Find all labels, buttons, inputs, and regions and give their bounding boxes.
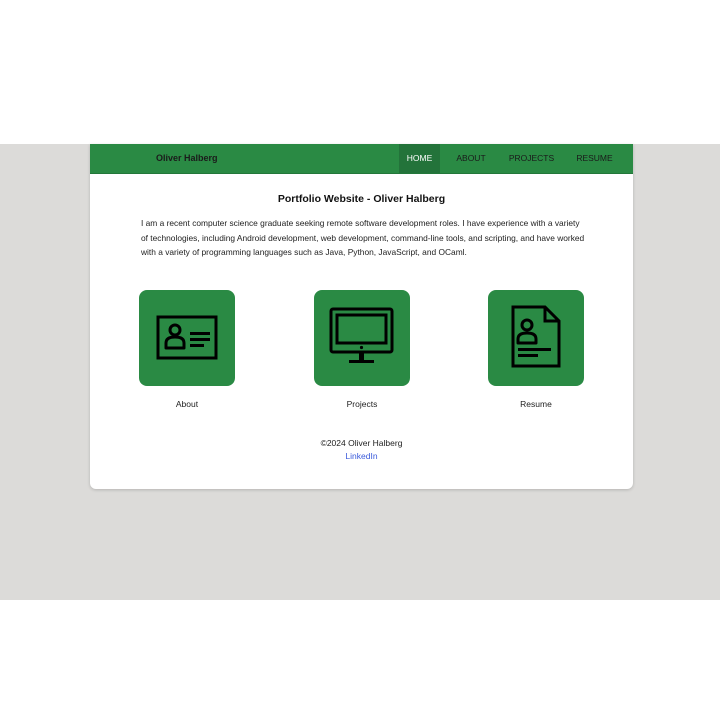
- nav-about[interactable]: ABOUT: [447, 144, 495, 173]
- resume-tile[interactable]: [488, 290, 584, 386]
- nav-projects[interactable]: PROJECTS: [502, 144, 561, 173]
- resume-label[interactable]: Resume: [476, 399, 596, 409]
- copyright-text: ©2024 Oliver Halberg: [320, 438, 403, 448]
- linkedin-container: LinkedIn: [90, 451, 633, 461]
- projects-tile[interactable]: [314, 290, 410, 386]
- nav-resume[interactable]: RESUME: [570, 144, 619, 173]
- portfolio-card: Oliver Halberg HOME ABOUT PROJECTS RESUM…: [90, 144, 633, 489]
- navbar: Oliver Halberg HOME ABOUT PROJECTS RESUM…: [90, 144, 633, 174]
- about-label[interactable]: About: [127, 399, 247, 409]
- monitor-icon: [329, 307, 394, 363]
- about-tile[interactable]: [139, 290, 235, 386]
- page-title: Portfolio Website - Oliver Halberg: [277, 193, 446, 205]
- document-user-icon: [511, 305, 561, 368]
- nav-home[interactable]: HOME: [399, 144, 440, 173]
- id-card-icon: [156, 315, 218, 360]
- intro-paragraph: I am a recent computer science graduate …: [141, 218, 585, 257]
- projects-label[interactable]: Projects: [302, 399, 422, 409]
- linkedin-link[interactable]: LinkedIn: [345, 451, 377, 461]
- brand-name[interactable]: Oliver Halberg: [156, 144, 218, 173]
